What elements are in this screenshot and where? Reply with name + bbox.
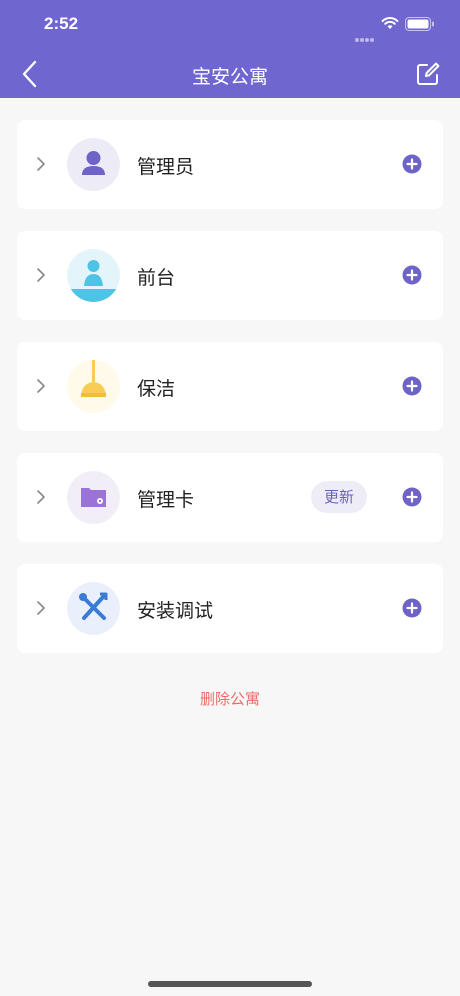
battery-icon xyxy=(405,17,434,31)
header: 2:52 宝安公寓 xyxy=(0,0,460,98)
role-card-cleaning[interactable]: 保洁 xyxy=(17,342,443,431)
role-label-installation: 安装调试 xyxy=(137,600,214,622)
chevron-right-icon xyxy=(37,379,45,393)
role-label-admin: 管理员 xyxy=(137,156,195,178)
role-card-reception[interactable]: 前台 xyxy=(17,231,443,320)
admin-avatar-icon xyxy=(67,138,120,191)
add-icon[interactable] xyxy=(402,376,422,396)
add-icon[interactable] xyxy=(402,154,422,174)
add-icon[interactable] xyxy=(402,598,422,618)
role-card-admin[interactable]: 管理员 xyxy=(17,120,443,209)
status-time: 2:52 xyxy=(44,14,79,33)
update-button[interactable]: 更新 xyxy=(311,481,367,513)
wifi-icon xyxy=(381,17,399,29)
navbar: 宝安公寓 xyxy=(0,50,460,98)
delete-apartment-link[interactable]: 删除公寓 xyxy=(0,688,460,709)
role-card-admin-card[interactable]: 管理卡 更新 xyxy=(17,453,443,542)
status-bar: 2:52 xyxy=(0,0,460,50)
role-label-reception: 前台 xyxy=(137,267,176,289)
page-title: 宝安公寓 xyxy=(191,66,268,88)
chevron-right-icon xyxy=(37,157,45,171)
home-indicator xyxy=(148,981,312,987)
broom-icon xyxy=(67,360,120,413)
role-card-installation[interactable]: 安装调试 xyxy=(17,564,443,653)
reception-avatar-icon xyxy=(67,249,120,302)
chevron-right-icon xyxy=(37,601,45,615)
card-icon xyxy=(67,471,120,524)
role-label-cleaning: 保洁 xyxy=(137,378,176,400)
chevron-right-icon xyxy=(37,268,45,282)
tools-icon xyxy=(67,582,120,635)
role-label-admin-card: 管理卡 xyxy=(137,489,195,511)
add-icon[interactable] xyxy=(402,487,422,507)
chevron-right-icon xyxy=(37,490,45,504)
add-icon[interactable] xyxy=(402,265,422,285)
edit-icon[interactable] xyxy=(414,60,442,88)
signal-icon xyxy=(355,27,375,46)
